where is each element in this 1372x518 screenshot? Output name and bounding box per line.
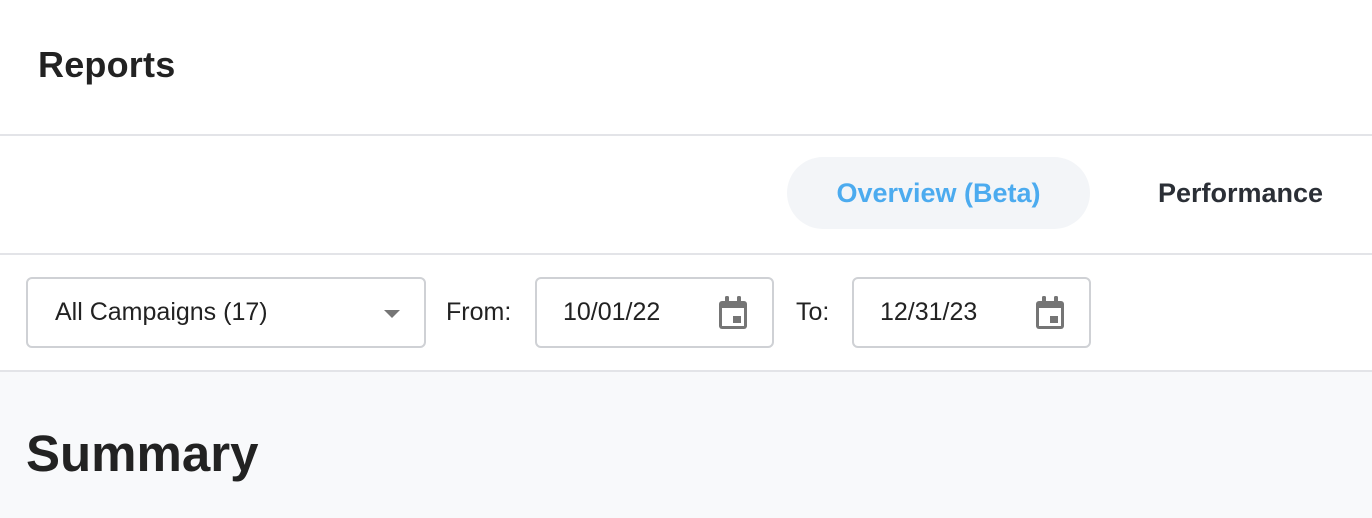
- tab-performance[interactable]: Performance: [1120, 157, 1372, 229]
- summary-title: Summary: [26, 425, 259, 482]
- tab-overview[interactable]: Overview (Beta): [787, 157, 1090, 229]
- report-tabs: Overview (Beta) Performance: [0, 136, 1372, 255]
- to-label: To:: [796, 298, 830, 326]
- from-label: From:: [446, 298, 512, 326]
- filter-bar: All Campaigns (17) From: 10/01/22 To: 12…: [0, 255, 1372, 372]
- calendar-icon[interactable]: [718, 296, 748, 330]
- campaign-select-value: All Campaigns (17): [55, 298, 268, 326]
- campaign-select[interactable]: All Campaigns (17): [26, 277, 426, 348]
- summary-section: Summary: [0, 372, 1372, 518]
- to-date-field[interactable]: 12/31/23: [852, 277, 1091, 348]
- from-date-value: 10/01/22: [563, 298, 661, 326]
- page-title: Reports: [38, 44, 176, 85]
- to-date-value: 12/31/23: [880, 298, 978, 326]
- calendar-icon[interactable]: [1035, 296, 1065, 330]
- chevron-down-icon: [384, 310, 400, 318]
- from-date-field[interactable]: 10/01/22: [535, 277, 774, 348]
- page-header: Reports: [0, 0, 1372, 136]
